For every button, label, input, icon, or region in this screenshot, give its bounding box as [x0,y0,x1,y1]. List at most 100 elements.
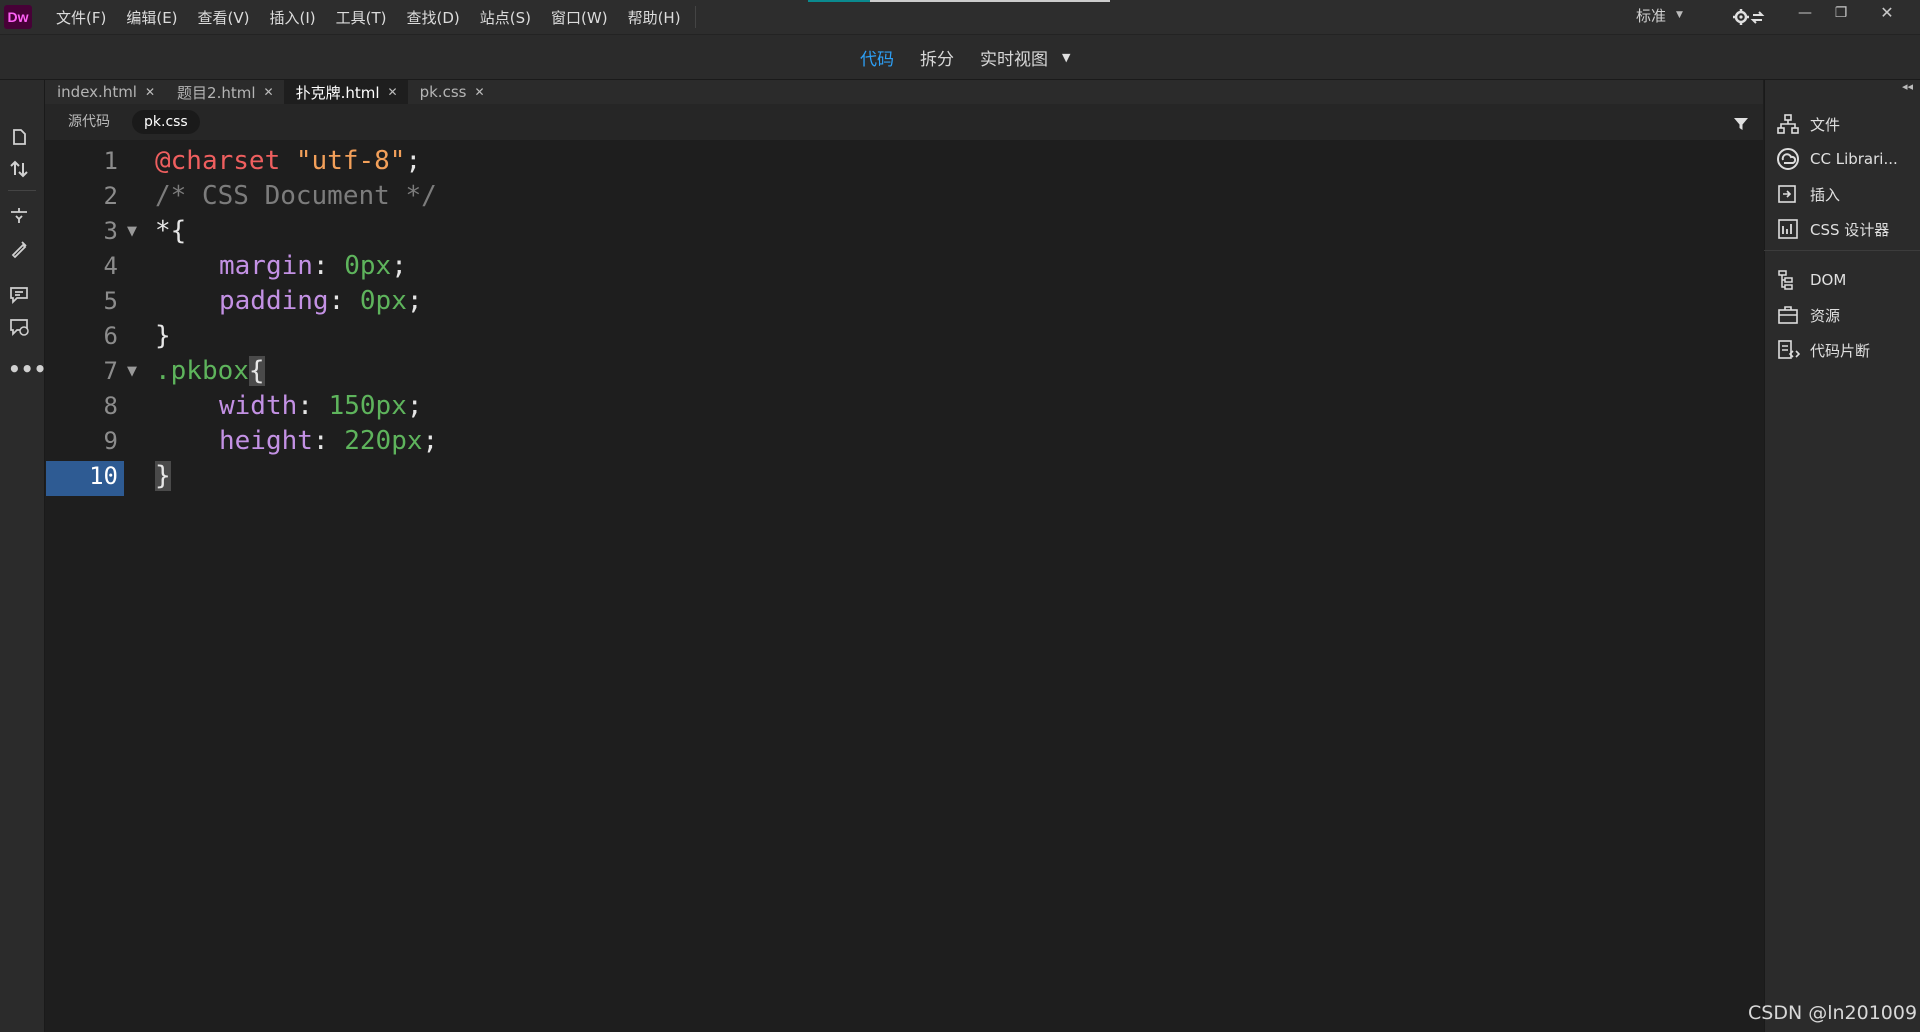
punctuation-token: ; [406,286,423,316]
css-designer-icon [1778,219,1798,239]
selector-token: .pkbox [155,356,249,386]
panel-cc-libraries[interactable]: CC Librari... [1776,145,1898,173]
collapse-panel-icon[interactable]: ◂◂ [1902,80,1913,93]
close-tab-icon[interactable]: ✕ [474,85,484,99]
remove-comment-icon[interactable] [8,316,34,338]
dreamweaver-logo: Dw [4,5,32,29]
at-rule-token: @charset [155,146,281,176]
document-tabs: index.html ✕ 题目2.html ✕ 扑克牌.html ✕ pk.css ✕ [45,80,495,104]
menu-divider [695,6,696,28]
line-number: 6 [103,322,118,350]
panel-label: 资源 [1810,306,1841,325]
menu-bar: 文件(F) 编辑(E) 查看(V) 插入(I) 工具(T) 查找(D) 站点(S… [46,0,691,34]
files-icon [1777,114,1799,134]
menu-edit[interactable]: 编辑(E) [116,7,187,28]
punctuation-token: ; [422,426,439,456]
panel-css-designer[interactable]: CSS 设计器 [1776,215,1889,243]
workspace-switcher[interactable]: 标准 ▼ [1636,0,1683,30]
code-line-1: @charset "utf-8"; [155,144,421,179]
tab-label: pk.css [419,83,467,101]
line-number: 4 [103,252,118,280]
panel-dom[interactable]: DOM [1776,266,1846,294]
view-code-button[interactable]: 代码 [860,45,894,70]
open-documents-icon[interactable] [8,126,34,148]
fold-toggle-icon[interactable]: ▼ [127,354,137,389]
line-number: 3 [103,217,118,245]
line-number: 9 [103,427,118,455]
colon-token: : [312,426,345,456]
brace-token: } [155,321,171,351]
code-line-10: } [155,459,171,494]
comment-icon[interactable] [8,284,34,306]
value-token: 0px [344,251,392,281]
file-transfer-icon[interactable] [8,158,34,180]
format-source-icon[interactable] [8,238,34,260]
tab-pukepai-html[interactable]: 扑克牌.html ✕ [283,80,408,104]
close-tab-icon[interactable]: ✕ [264,85,274,99]
panel-assets[interactable]: 资源 [1776,301,1840,329]
fold-toggle-icon[interactable]: ▼ [127,214,137,249]
menu-view[interactable]: 查看(V) [188,7,260,28]
related-pk-css[interactable]: pk.css [132,110,200,134]
code-line-4: margin: 0px; [155,249,407,284]
cc-libraries-icon [1777,148,1799,170]
line-number: 2 [103,182,118,210]
title-accent-line [808,0,870,2]
close-tab-icon[interactable]: ✕ [388,85,398,99]
property-token: width [219,391,298,421]
menu-find[interactable]: 查找(D) [397,7,470,28]
sync-settings-icon[interactable] [1732,7,1772,27]
panel-label: CSS 设计器 [1810,220,1890,239]
property-token: padding [219,286,329,316]
tab-index-html[interactable]: index.html ✕ [45,80,165,104]
view-live-button[interactable]: 实时视图 [980,45,1048,70]
view-split-button[interactable]: 拆分 [920,45,954,70]
related-files-bar [45,104,1763,140]
punctuation-token: ; [391,251,407,281]
code-line-8: width: 150px; [155,389,423,424]
panel-snippets[interactable]: 代码片断 [1776,336,1870,364]
line-number: 8 [103,392,118,420]
line-number: 7 [103,357,118,385]
panel-label: DOM [1810,271,1847,289]
matched-brace-token: } [155,461,171,491]
colon-token: : [297,391,329,421]
menu-insert[interactable]: 插入(I) [260,7,326,28]
snippets-icon [1778,340,1800,359]
minimize-icon[interactable]: — [1790,2,1820,24]
panel-insert[interactable]: 插入 [1776,180,1840,208]
code-line-7: .pkbox{ [155,354,265,389]
related-source-code[interactable]: 源代码 [56,110,122,134]
toolbar-divider [8,190,36,191]
line-number: 5 [103,287,118,315]
punctuation-token: ; [406,391,423,421]
tab-timu2-html[interactable]: 题目2.html ✕ [165,80,284,104]
brace-token: { [170,216,187,246]
code-line-5: padding: 0px; [155,284,423,319]
expand-collapse-icon[interactable] [8,204,34,226]
punctuation-token: ; [405,146,422,176]
menu-window[interactable]: 窗口(W) [541,7,618,28]
close-tab-icon[interactable]: ✕ [145,85,155,99]
view-dropdown-icon[interactable]: ▼ [1062,51,1070,64]
string-token: "utf-8" [295,146,406,176]
watermark: CSDN @ln201009 [1748,1002,1918,1024]
chevron-down-icon: ▼ [1676,10,1683,20]
value-token: 0px [359,286,407,316]
filter-icon[interactable] [1733,116,1749,132]
property-token: height [219,426,313,456]
matched-brace-token: { [248,356,265,386]
more-tools-icon[interactable]: ••• [8,359,46,384]
close-window-icon[interactable]: ✕ [1872,2,1902,24]
view-switcher: 代码 拆分 实时视图 ▼ [860,35,1070,79]
menu-file[interactable]: 文件(F) [46,7,116,28]
panel-files[interactable]: 文件 [1776,110,1840,138]
menu-tools[interactable]: 工具(T) [326,7,397,28]
menu-help[interactable]: 帮助(H) [618,7,691,28]
colon-token: : [328,286,360,316]
panel-divider [1764,250,1920,251]
menu-site[interactable]: 站点(S) [470,7,541,28]
tab-pk-css[interactable]: pk.css ✕ [408,80,495,104]
restore-icon[interactable]: ❐ [1826,2,1856,24]
code-line-3: *{ [155,214,186,249]
